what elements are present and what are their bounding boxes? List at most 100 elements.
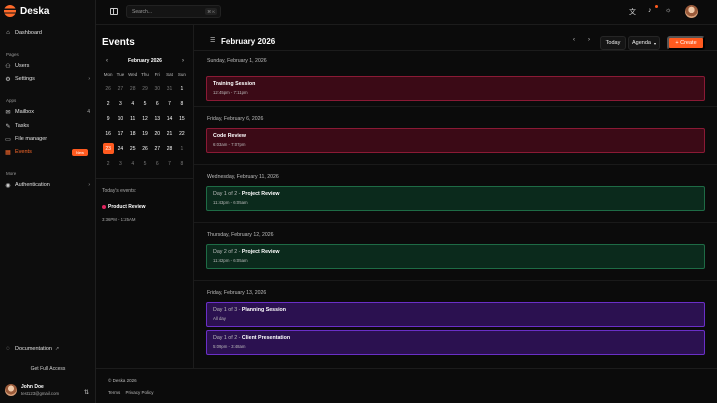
sidebar-item-documentation[interactable]: ◌ Documentation ↗	[4, 343, 92, 355]
calendar-day[interactable]: 4	[127, 96, 139, 111]
sidebar-item-label: Events	[15, 149, 32, 155]
calendar-day[interactable]: 17	[114, 126, 126, 141]
calendar-day[interactable]: 30	[151, 81, 163, 96]
calendar-day[interactable]: 27	[151, 141, 163, 156]
calendar-day[interactable]: 22	[176, 126, 188, 141]
chevron-left-icon[interactable]: ‹	[573, 37, 575, 43]
calendar-day-label: 14	[166, 115, 173, 122]
calendar-day[interactable]: 24	[114, 141, 126, 156]
calendar-day-label: 24	[117, 145, 124, 152]
event-card[interactable]: Day 2 of 2 - Project Review 11:42pm - 6:…	[206, 244, 705, 269]
weekday-label: Fri	[154, 72, 160, 77]
calendar-day[interactable]: 23	[102, 141, 114, 156]
event-card[interactable]: Day 1 of 3 - Planning Session All day	[206, 302, 705, 327]
folder-icon: ▭	[5, 136, 11, 143]
weekday-label: Thu	[141, 72, 149, 77]
today-button[interactable]: Today	[600, 36, 626, 50]
event-card[interactable]: Training Session 12:45pm - 7:11pm	[206, 76, 705, 101]
footer: © Deska 2026 Terms Privacy Policy	[96, 368, 717, 403]
calendar-day[interactable]: 21	[163, 126, 175, 141]
event-card[interactable]: Day 1 of 2 - Client Presentation 5:09pm …	[206, 330, 705, 355]
calendar-day[interactable]: 13	[151, 111, 163, 126]
privacy-policy-link[interactable]: Privacy Policy	[126, 390, 154, 395]
event-card[interactable]: Code Review 6:03am - 7:07pm	[206, 128, 705, 153]
sidebar-item-label: Documentation	[15, 346, 52, 352]
calendar-day[interactable]: 27	[114, 81, 126, 96]
chevron-right-icon[interactable]: ›	[588, 37, 590, 43]
calendar-day[interactable]: 1	[176, 141, 188, 156]
user-profile[interactable]: John Doe test123@gmail.com	[5, 384, 59, 396]
event-time: All day	[213, 316, 226, 321]
create-button[interactable]: + Create	[667, 36, 705, 50]
calendar-day[interactable]: 28	[127, 81, 139, 96]
divider	[194, 280, 717, 281]
menu-icon[interactable]: ☰	[210, 37, 215, 44]
translate-icon[interactable]: 文	[629, 7, 636, 17]
get-full-access-link[interactable]: Get Full Access	[0, 366, 96, 372]
calendar-day[interactable]: 1	[176, 81, 188, 96]
calendar-day[interactable]: 20	[151, 126, 163, 141]
calendar-day[interactable]: 3	[114, 156, 126, 171]
event-card[interactable]: Day 1 of 2 - Project Review 11:43pm - 6:…	[206, 186, 705, 211]
calendar-day[interactable]: 28	[163, 141, 175, 156]
calendar-day[interactable]: 7	[163, 156, 175, 171]
calendar-day[interactable]: 3	[114, 96, 126, 111]
logo[interactable]: Deska	[4, 5, 49, 17]
event-time: 5:09pm - 3:48am	[213, 344, 246, 349]
calendar-day[interactable]: 5	[139, 156, 151, 171]
calendar-day[interactable]: 7	[163, 96, 175, 111]
calendar-day-label: 1	[180, 85, 184, 92]
calendar-day[interactable]: 10	[114, 111, 126, 126]
calendar-day[interactable]: 19	[139, 126, 151, 141]
calendar-day[interactable]: 15	[176, 111, 188, 126]
event-title: Day 2 of 2 - Project Review	[213, 249, 698, 255]
calendar-day[interactable]: 12	[139, 111, 151, 126]
calendar-day[interactable]: 8	[176, 156, 188, 171]
today-event[interactable]: Product Review 3:36PM - 1:25AM	[102, 198, 146, 222]
sidebar-item-label: Users	[15, 63, 30, 69]
calendar-day-label: 5	[143, 160, 147, 167]
sidebar-item-tasks[interactable]: ✎ Tasks	[4, 120, 92, 132]
calendar-day[interactable]: 11	[127, 111, 139, 126]
calendar-day[interactable]: 2	[102, 96, 114, 111]
sidebar-item-events[interactable]: ▦ Events New	[4, 146, 92, 158]
today-event-title: Product Review	[108, 203, 146, 210]
today-events-label: Today's events:	[102, 188, 137, 194]
swap-icon[interactable]: ⇅	[84, 389, 89, 396]
calendar-day[interactable]: 16	[102, 126, 114, 141]
sidebar-item-mailbox[interactable]: ✉ Mailbox 4	[4, 106, 92, 118]
sidebar-item-file-manager[interactable]: ▭ File manager	[4, 133, 92, 145]
sidebar-item-authentication[interactable]: ◉ Authentication ›	[4, 179, 92, 191]
calendar-day[interactable]: 26	[139, 141, 151, 156]
search-box[interactable]: ⌘ K	[126, 5, 221, 18]
avatar[interactable]	[685, 5, 698, 18]
calendar-day-label: 7	[168, 100, 171, 107]
view-select-button[interactable]: Agenda ▾	[628, 36, 660, 50]
search-input[interactable]	[132, 8, 202, 15]
calendar-day[interactable]: 18	[127, 126, 139, 141]
calendar-day[interactable]: 4	[127, 156, 139, 171]
calendar-day[interactable]: 14	[163, 111, 175, 126]
calendar-day[interactable]: 31	[163, 81, 175, 96]
calendar-day[interactable]: 6	[151, 156, 163, 171]
calendar-day-label: 27	[117, 85, 124, 92]
chevron-left-icon[interactable]: ‹	[106, 58, 108, 64]
calendar-day[interactable]: 26	[102, 81, 114, 96]
bell-icon[interactable]: ♪	[648, 7, 652, 14]
sidebar-item-settings[interactable]: ⚙ Settings ›	[4, 73, 92, 85]
calendar-day[interactable]: 5	[139, 96, 151, 111]
calendar-day[interactable]: 2	[102, 156, 114, 171]
sidebar-item-users[interactable]: ⚇ Users	[4, 60, 92, 72]
chevron-right-icon[interactable]: ›	[182, 58, 184, 64]
sidebar-item-dashboard[interactable]: ⌂ Dashboard	[4, 27, 92, 39]
sun-icon[interactable]: ☼	[665, 7, 671, 14]
calendar-day[interactable]: 25	[127, 141, 139, 156]
sidebar-toggle-icon[interactable]	[110, 8, 118, 15]
calendar-day[interactable]: 29	[139, 81, 151, 96]
calendar-day[interactable]: 9	[102, 111, 114, 126]
event-title-text: Project Review	[241, 191, 280, 197]
calendar-day[interactable]: 8	[176, 96, 188, 111]
terms-link[interactable]: Terms	[108, 390, 120, 395]
calendar-day[interactable]: 6	[151, 96, 163, 111]
calendar-day-label: 27	[154, 145, 161, 152]
